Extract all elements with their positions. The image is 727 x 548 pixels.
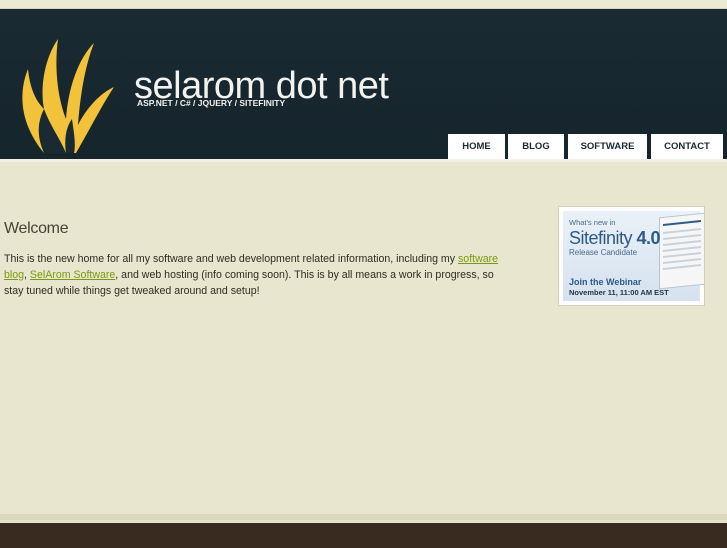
banner-cta[interactable]: Join the Webinar [569,277,641,287]
page-heading: Welcome [4,220,69,237]
banner-release: Release Candidate [569,248,638,257]
nav-home[interactable]: HOME [448,134,505,159]
main-nav: HOME BLOG SOFTWARE CONTACT [0,134,727,159]
screenshot-graphic [659,212,704,290]
banner-intro: What's new in [569,218,616,227]
sitefinity-webinar-banner[interactable]: What's new in Sitefinity 4.0 Release Can… [558,206,705,306]
intro-text-1: This is the new home for all my software… [4,253,458,265]
intro-paragraph: This is the new home for all my software… [4,251,499,299]
site-tagline: ASP.NET / C# / JQUERY / SITEFINITY [137,98,286,108]
selarom-software-link[interactable]: SelArom Software [30,269,115,281]
nav-contact[interactable]: CONTACT [651,134,723,159]
banner-background: What's new in Sitefinity 4.0 Release Can… [563,211,704,301]
top-strip [0,0,727,9]
banner-product-name: Sitefinity [569,228,633,248]
banner-date: November 11, 11:00 AM EST [569,288,669,297]
nav-software[interactable]: SOFTWARE [568,134,647,159]
nav-blog[interactable]: BLOG [508,134,564,159]
site-footer [0,520,727,548]
banner-product: Sitefinity 4.0 [569,228,661,249]
banner-version: 4.0 [636,228,661,248]
